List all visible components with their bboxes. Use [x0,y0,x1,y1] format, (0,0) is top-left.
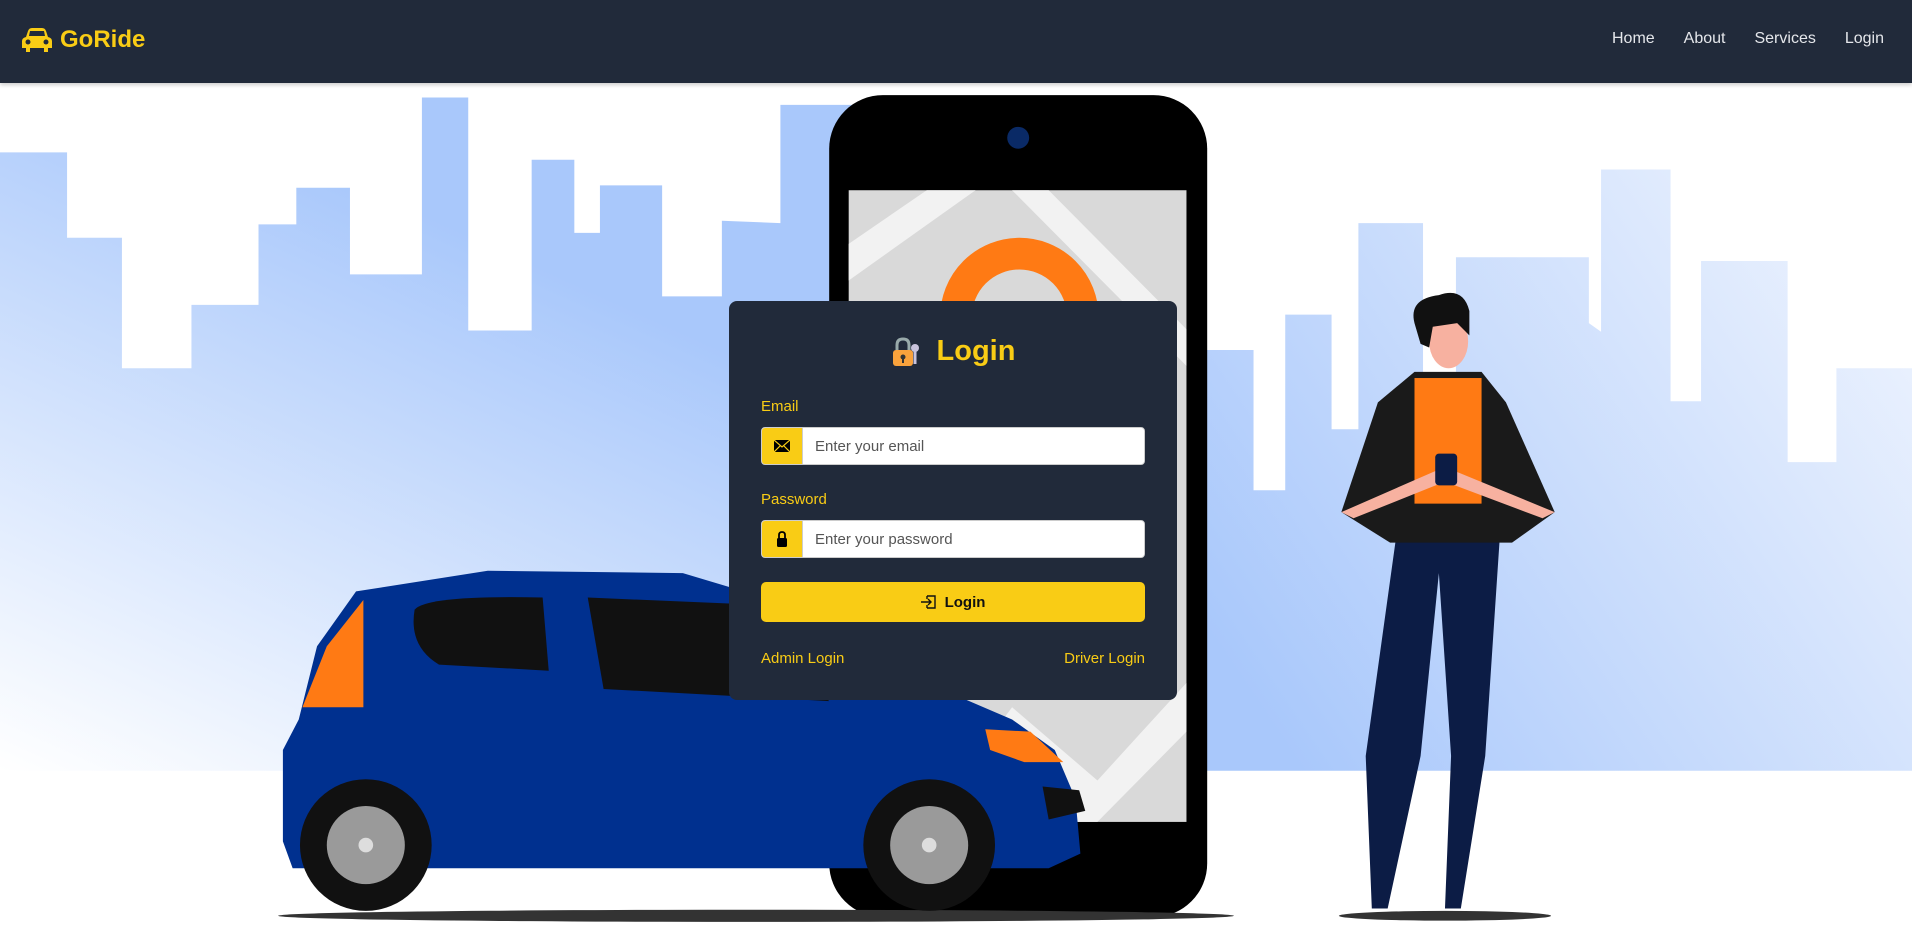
nav-services[interactable]: Services [1754,30,1815,48]
admin-login-link[interactable]: Admin Login [761,650,844,667]
lock-icon [762,521,803,557]
login-submit-button[interactable]: Login [761,582,1145,622]
envelope-icon [762,428,803,464]
navbar: GoRide Home About Services Login [0,0,1912,83]
nav-login[interactable]: Login [1845,30,1884,48]
nav-home[interactable]: Home [1612,30,1655,48]
brand-name: GoRide [60,26,146,53]
nav-about[interactable]: About [1684,30,1726,48]
driver-login-link[interactable]: Driver Login [1064,650,1145,667]
login-title: Login [936,335,1016,367]
sign-in-icon [920,595,936,609]
car-icon [22,28,52,52]
password-label: Password [761,491,827,508]
login-submit-label: Login [944,593,986,611]
brand-logo[interactable]: GoRide [22,26,145,54]
email-label: Email [761,398,799,415]
login-card: Login Email Password Login Admin Login D… [729,301,1177,700]
password-input[interactable] [803,521,1144,557]
lock-with-key-icon [892,336,919,366]
email-input[interactable] [803,428,1144,464]
